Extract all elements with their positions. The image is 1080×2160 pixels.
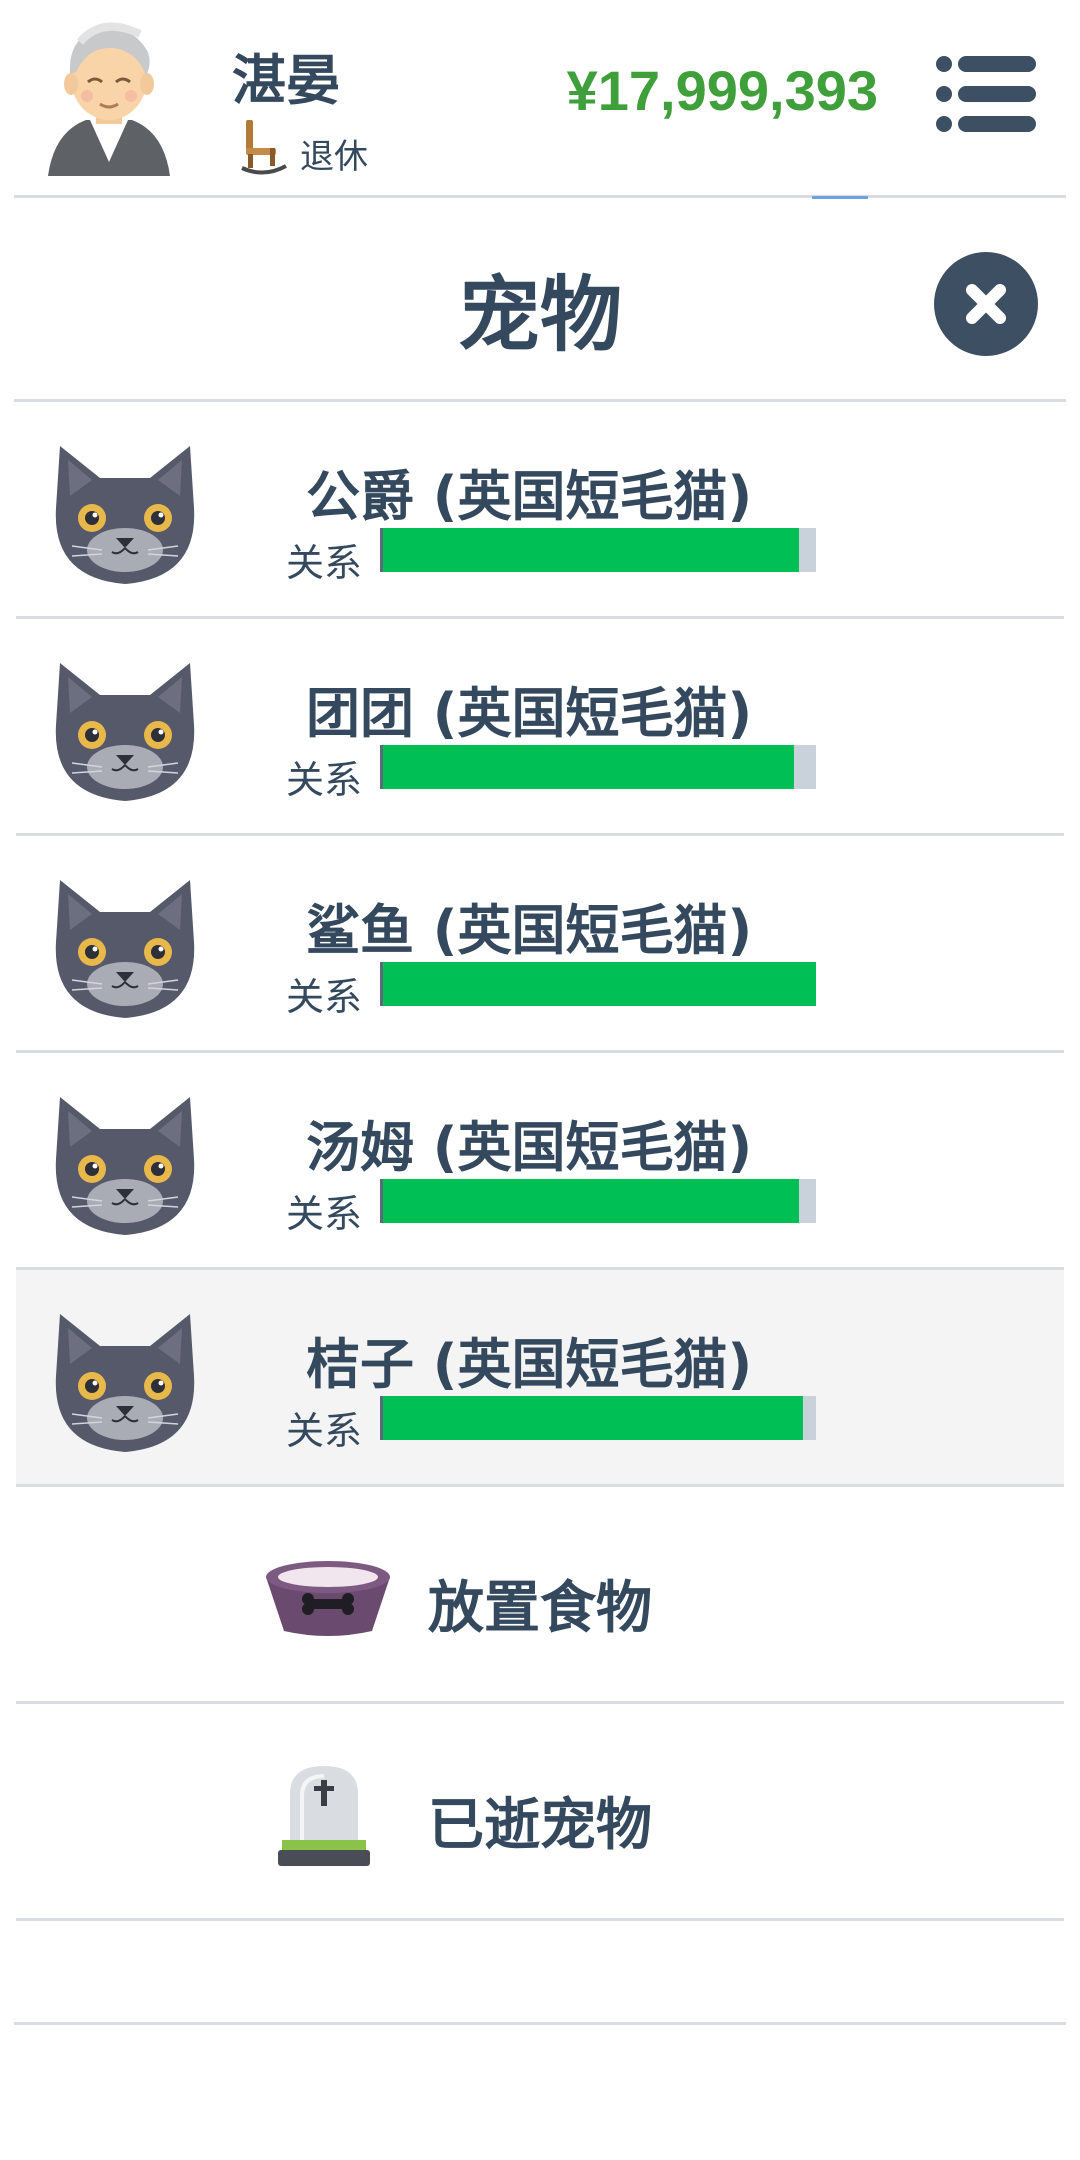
page-header: 宠物 <box>14 198 1066 402</box>
pet-name: 汤姆 (英国短毛猫) <box>306 1116 753 1179</box>
pet-row[interactable]: 团团 (英国短毛猫) 关系 <box>16 619 1064 836</box>
relationship-bar-fill <box>383 1179 799 1223</box>
rocking-chair-icon <box>241 120 287 175</box>
relationship-bar <box>380 745 816 789</box>
close-icon <box>966 284 1006 324</box>
relationship-bar <box>380 962 816 1006</box>
status-indicator: 退休 <box>240 118 368 180</box>
place-food-label: 放置食物 <box>428 1576 652 1641</box>
pet-list: 公爵 (英国短毛猫) 关系 团团 (英国短毛猫) 关系 鲨鱼 (英国短毛猫) 关… <box>16 402 1064 1487</box>
character-name: 湛晏 <box>232 49 340 112</box>
relationship-label: 关系 <box>286 975 363 1019</box>
empty-row <box>14 1921 1066 2025</box>
relationship-label: 关系 <box>286 541 363 585</box>
cat-face-icon <box>55 1097 195 1235</box>
cat-face-icon <box>55 446 195 584</box>
pet-bowl-icon <box>266 1561 390 1636</box>
place-food-button[interactable]: 放置食物 <box>16 1487 1064 1704</box>
tombstone-icon <box>278 1766 370 1866</box>
relationship-bar-fill <box>383 528 799 572</box>
pet-row[interactable]: 公爵 (英国短毛猫) 关系 <box>16 402 1064 619</box>
relationship-label: 关系 <box>286 758 363 802</box>
status-label: 退休 <box>300 136 368 177</box>
relationship-bar <box>380 528 816 572</box>
pet-name: 公爵 (英国短毛猫) <box>306 465 753 528</box>
pet-row[interactable]: 桔子 (英国短毛猫) 关系 <box>16 1270 1064 1487</box>
pet-row[interactable]: 汤姆 (英国短毛猫) 关系 <box>16 1053 1064 1270</box>
pet-name: 桔子 (英国短毛猫) <box>306 1333 753 1396</box>
deceased-pets-label: 已逝宠物 <box>428 1793 652 1858</box>
relationship-label: 关系 <box>286 1192 363 1236</box>
relationship-bar <box>380 1396 816 1440</box>
page-title: 宠物 <box>457 268 622 363</box>
cat-face-icon <box>55 880 195 1018</box>
pet-name: 团团 (英国短毛猫) <box>306 682 753 745</box>
pet-row[interactable]: 鲨鱼 (英国短毛猫) 关系 <box>16 836 1064 1053</box>
pet-name: 鲨鱼 (英国短毛猫) <box>306 899 753 962</box>
deceased-pets-button[interactable]: 已逝宠物 <box>16 1704 1064 1921</box>
relationship-label: 关系 <box>286 1409 363 1453</box>
cat-face-icon <box>55 1314 195 1452</box>
cat-face-icon <box>55 663 195 801</box>
money-balance: ¥17,999,393 <box>566 59 878 122</box>
relationship-bar-fill <box>383 1396 803 1440</box>
top-bar: 湛晏 退休 ¥17,999,393 <box>14 0 1066 198</box>
relationship-bar <box>380 1179 816 1223</box>
menu-icon[interactable] <box>934 54 1038 134</box>
avatar[interactable] <box>40 12 178 178</box>
close-button[interactable] <box>934 252 1038 356</box>
relationship-bar-fill <box>383 745 795 789</box>
relationship-bar-fill <box>383 962 816 1006</box>
